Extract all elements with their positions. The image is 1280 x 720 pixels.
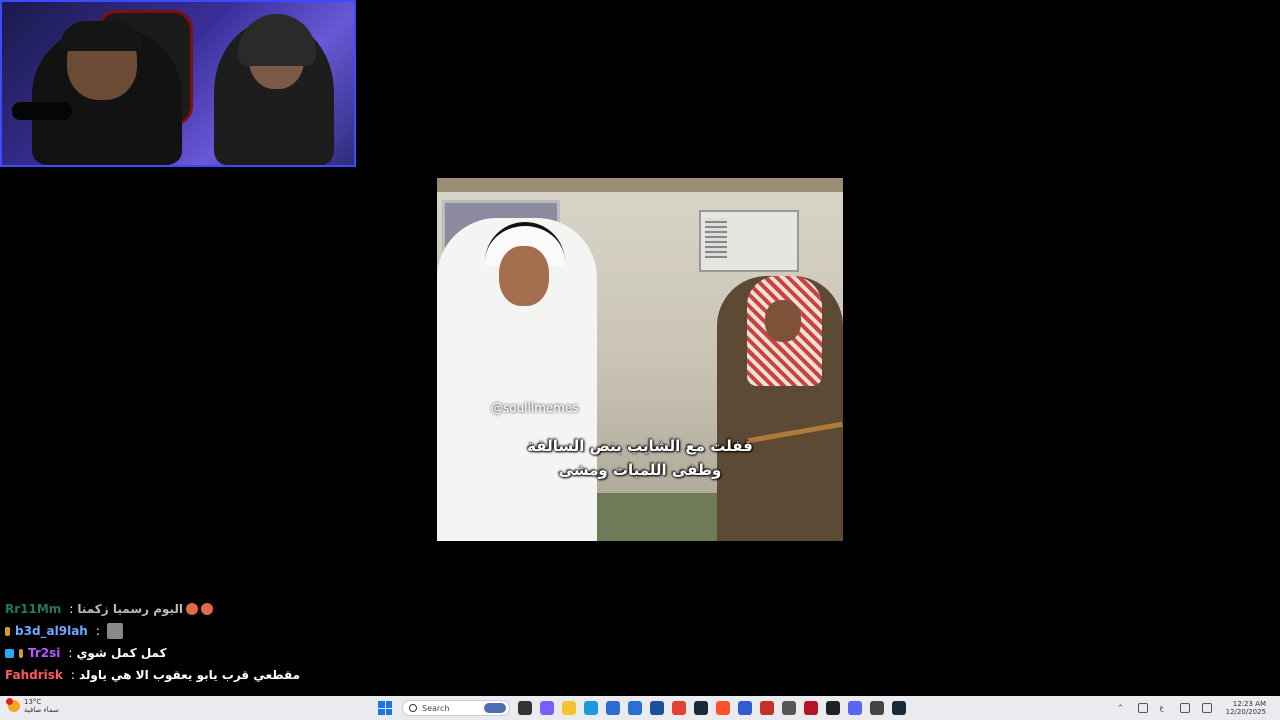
weather-icon: [6, 698, 20, 712]
chat-username: Fahdrisk: [5, 668, 63, 682]
chat-separator: :: [69, 602, 74, 616]
badge-icon: [5, 648, 14, 658]
copilot-icon[interactable]: [540, 701, 554, 715]
chat-text: كمل كمل شوي: [76, 646, 167, 660]
search-highlight-icon: [484, 703, 506, 713]
chat-username: Rr11Mm: [5, 602, 62, 616]
store-icon[interactable]: [606, 701, 620, 715]
taskbar-apps: Search: [378, 698, 910, 718]
video-player[interactable]: @soulllmemes قفلت مع الشايب بنص السالفة …: [437, 178, 843, 541]
chat-text: اليوم رسميا زكمنا: [77, 602, 184, 616]
steam-icon[interactable]: [694, 701, 708, 715]
video-watermark: @soulllmemes: [491, 401, 579, 415]
streamer-left: [32, 21, 182, 165]
discord-icon[interactable]: [848, 701, 862, 715]
chat-message: Fahdrisk : مقطعي قرب يابو يعقوب الا هي ي…: [5, 664, 365, 686]
network-icon[interactable]: [1179, 703, 1190, 713]
security-icon[interactable]: [650, 701, 664, 715]
system-tray: ^ ع 12:23 AM 12/20/2025: [1112, 698, 1266, 718]
language-icon[interactable]: ع: [1160, 704, 1168, 712]
chat-separator: :: [95, 624, 100, 638]
emote-icon: [106, 623, 123, 639]
microphone: [12, 102, 72, 120]
chevron-up-icon[interactable]: ^: [1118, 704, 1126, 712]
windows-start-icon[interactable]: [378, 701, 392, 715]
chat-message: Tr2si : كمل كمل شوي: [5, 642, 365, 664]
clock-time: 12:23 AM: [1232, 700, 1266, 708]
clock[interactable]: 12:23 AM 12/20/2025: [1226, 700, 1266, 716]
old-man: [717, 276, 843, 541]
chrome-icon[interactable]: [672, 701, 686, 715]
record-icon[interactable]: [804, 701, 818, 715]
app-icon[interactable]: [870, 701, 884, 715]
vpn-icon[interactable]: [628, 701, 642, 715]
chat-username: b3d_al9lah: [15, 624, 88, 638]
taskbar-search[interactable]: Search: [402, 700, 510, 716]
subtitle-line-2: وطفى اللمبات ومشى: [558, 461, 722, 479]
folder-icon[interactable]: [562, 701, 576, 715]
clock-date: 12/20/2025: [1225, 708, 1266, 716]
brave-icon[interactable]: [716, 701, 730, 715]
subtitle-line-1: قفلت مع الشايب بنص السالفة: [527, 437, 753, 455]
chat-separator: :: [70, 668, 75, 682]
badge-icon: [5, 626, 10, 636]
chat-username: Tr2si: [28, 646, 61, 660]
vegas-icon[interactable]: [738, 701, 752, 715]
emoji-icon: [186, 603, 199, 615]
weather-desc: سماء صافية: [24, 706, 59, 714]
air-conditioner: [699, 210, 799, 272]
steam2-icon[interactable]: [892, 701, 906, 715]
weather-temp: 13°C: [24, 698, 42, 706]
file-explorer-icon[interactable]: [518, 701, 532, 715]
chat-overlay: Rr11Mm : اليوم رسميا زكمنا b3d_al9lah : …: [5, 598, 365, 686]
chat-message: Rr11Mm : اليوم رسميا زكمنا: [5, 598, 365, 620]
tool-icon[interactable]: [782, 701, 796, 715]
taskbar: 13°C سماء صافية Search ^ ع 12:23 AM 12/2…: [0, 696, 1280, 720]
volume-icon[interactable]: [1201, 703, 1212, 713]
man-in-white: [437, 218, 597, 541]
edge-icon[interactable]: [584, 701, 598, 715]
webcam-overlay: [0, 0, 356, 167]
chat-separator: :: [68, 646, 73, 660]
capcut-icon[interactable]: [826, 701, 840, 715]
game-icon[interactable]: [760, 701, 774, 715]
streamer-right: [214, 14, 334, 165]
search-icon: [409, 704, 417, 712]
chat-text: مقطعي قرب يابو يعقوب الا هي ياولد: [78, 668, 301, 682]
alert-icon: [6, 698, 13, 705]
search-placeholder: Search: [422, 703, 450, 713]
emoji-icon: [201, 603, 214, 615]
weather-widget[interactable]: 13°C سماء صافية: [6, 698, 59, 714]
microphone-icon[interactable]: [1137, 703, 1148, 713]
chat-message: b3d_al9lah :: [5, 620, 365, 642]
badge-icon: [19, 648, 23, 658]
